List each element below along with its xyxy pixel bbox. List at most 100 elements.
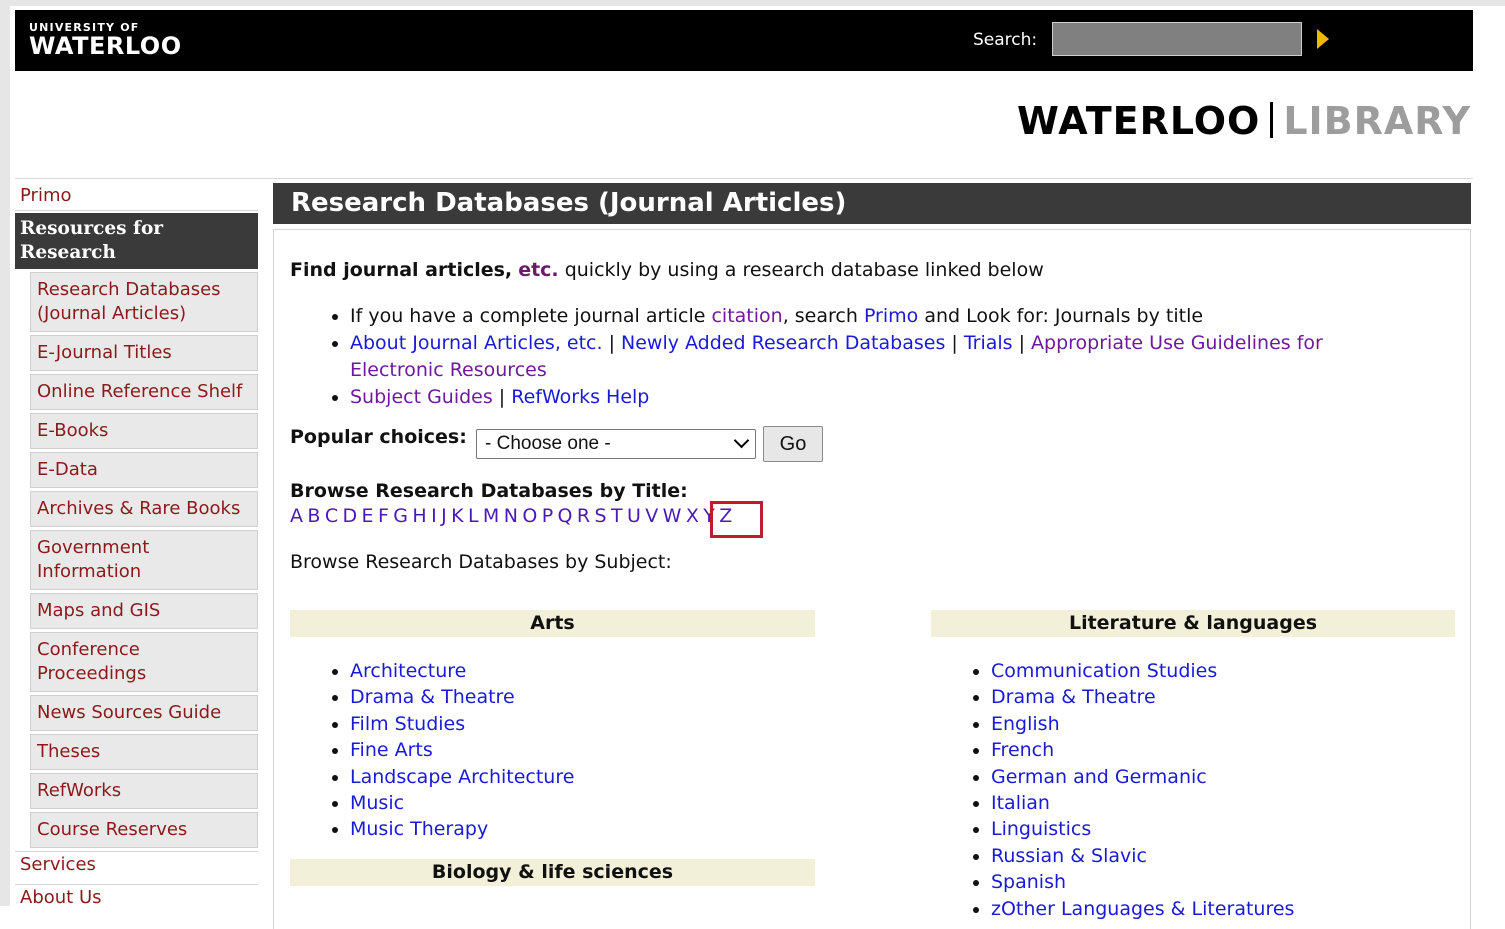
letter-link-b[interactable]: B [307,505,320,527]
letter-link-m[interactable]: M [483,505,499,527]
letter-link-v[interactable]: V [645,505,658,527]
subject-link[interactable]: German and Germanic [991,766,1207,788]
letter-link-t[interactable]: T [611,505,623,527]
sidebar-sub-list: Research Databases (Journal Articles) E-… [15,269,258,848]
list-item: About Journal Articles, etc. | Newly Add… [350,330,1406,384]
newly-added-link[interactable]: Newly Added Research Databases [621,332,945,354]
sidebar: Primo Resources for Research Research Da… [15,183,258,917]
letter-link-w[interactable]: W [663,505,682,527]
letter-link-l[interactable]: L [468,505,479,527]
letter-link-e[interactable]: E [362,505,374,527]
letter-link-o[interactable]: O [522,505,537,527]
sidebar-item-news-sources[interactable]: News Sources Guide [30,695,258,731]
sidebar-item-e-journal-titles[interactable]: E-Journal Titles [30,335,258,371]
about-journal-articles-link[interactable]: About Journal Articles, etc. [350,332,603,354]
subject-link[interactable]: Film Studies [350,713,465,735]
letter-link-x[interactable]: X [686,505,699,527]
category-heading-biology: Biology & life sciences [290,859,815,886]
search-go-arrow-icon[interactable] [1317,29,1329,49]
header-divider [15,178,1473,179]
sidebar-item-research-databases[interactable]: Research Databases (Journal Articles) [30,272,258,332]
letter-link-r[interactable]: R [577,505,590,527]
sidebar-item-government-information[interactable]: Government Information [30,530,258,590]
subject-link[interactable]: zOther Languages & Literatures [991,898,1294,920]
letter-link-n[interactable]: N [504,505,518,527]
sidebar-item-primo[interactable]: Primo [15,183,258,211]
sidebar-item-about-us[interactable]: About Us [15,884,258,917]
letter-link-j[interactable]: J [441,505,447,527]
go-button[interactable]: Go [763,426,823,462]
citation-link[interactable]: citation [711,305,782,327]
list-item: zOther Languages & Literatures [991,896,1294,922]
category-heading-arts: Arts [290,610,815,637]
subject-link[interactable]: Italian [991,792,1050,814]
letter-link-u[interactable]: U [627,505,641,527]
sidebar-item-theses[interactable]: Theses [30,734,258,770]
letter-link-d[interactable]: D [343,505,358,527]
intro-etc-link[interactable]: etc. [518,259,558,281]
subject-link[interactable]: Music [350,792,404,814]
letter-link-p[interactable]: P [542,505,553,527]
university-logo[interactable]: UNIVERSITY OF WATERLOO [29,22,182,58]
popular-choices-label: Popular choices: [290,426,467,448]
library-brand[interactable]: WATERLOO LIBRARY [1017,99,1471,143]
list-item: Fine Arts [350,737,574,763]
letter-link-g[interactable]: G [393,505,408,527]
sidebar-item-e-books[interactable]: E-Books [30,413,258,449]
trials-link[interactable]: Trials [964,332,1013,354]
bullet-text: If you have a complete journal article [350,305,712,327]
subject-link[interactable]: Linguistics [991,818,1091,840]
subject-link[interactable]: Spanish [991,871,1066,893]
sidebar-current-section[interactable]: Resources for Research [15,213,258,269]
letter-link-h[interactable]: H [412,505,426,527]
sidebar-item-online-reference-shelf[interactable]: Online Reference Shelf [30,374,258,410]
letter-link-c[interactable]: C [325,505,338,527]
intro-bold: Find journal articles, [290,259,513,281]
subject-link[interactable]: French [991,739,1054,761]
sidebar-item-conference-proceedings[interactable]: Conference Proceedings [30,632,258,692]
subject-link[interactable]: Russian & Slavic [991,845,1147,867]
list-item: Linguistics [991,816,1294,842]
subject-link[interactable]: English [991,713,1060,735]
letter-link-f[interactable]: F [378,505,389,527]
category-list-literature: Communication Studies Drama & Theatre En… [967,658,1294,922]
separator: | [945,332,964,354]
category-heading-literature: Literature & languages [931,610,1455,637]
subject-link[interactable]: Fine Arts [350,739,433,761]
sidebar-item-archives[interactable]: Archives & Rare Books [30,491,258,527]
subject-link[interactable]: Drama & Theatre [350,686,515,708]
letter-link-s[interactable]: S [595,505,607,527]
list-item: Subject Guides | RefWorks Help [350,384,1406,411]
intro-rest: quickly by using a research database lin… [558,259,1044,281]
list-item: If you have a complete journal article c… [350,303,1406,330]
subject-link[interactable]: Landscape Architecture [350,766,574,788]
letter-link-i[interactable]: I [431,505,437,527]
letter-link-k[interactable]: K [451,505,463,527]
subject-link[interactable]: Music Therapy [350,818,488,840]
brand-waterloo: WATERLOO [1017,99,1261,143]
refworks-help-link[interactable]: RefWorks Help [511,386,649,408]
subject-guides-link[interactable]: Subject Guides [350,386,493,408]
list-item: German and Germanic [991,764,1294,790]
category-list-arts: Architecture Drama & Theatre Film Studie… [326,658,574,843]
sidebar-item-e-data[interactable]: E-Data [30,452,258,488]
sidebar-item-services[interactable]: Services [15,851,258,884]
list-item: Spanish [991,869,1294,895]
search-input[interactable] [1052,22,1302,56]
letter-link-a[interactable]: A [290,505,303,527]
subject-link[interactable]: Architecture [350,660,466,682]
highlight-box [710,501,763,538]
brand-separator [1270,102,1274,138]
sidebar-item-refworks[interactable]: RefWorks [30,773,258,809]
sidebar-item-maps-gis[interactable]: Maps and GIS [30,593,258,629]
main-content: Find journal articles, etc. quickly by u… [273,229,1471,929]
subject-link[interactable]: Drama & Theatre [991,686,1156,708]
subject-link[interactable]: Communication Studies [991,660,1217,682]
sidebar-item-course-reserves[interactable]: Course Reserves [30,812,258,848]
select-value: - Choose one - [485,433,611,454]
primo-link[interactable]: Primo [864,305,918,327]
letter-link-q[interactable]: Q [558,505,573,527]
popular-choices-select[interactable]: - Choose one - [476,429,756,459]
separator: | [1012,332,1032,354]
list-item: Russian & Slavic [991,843,1294,869]
